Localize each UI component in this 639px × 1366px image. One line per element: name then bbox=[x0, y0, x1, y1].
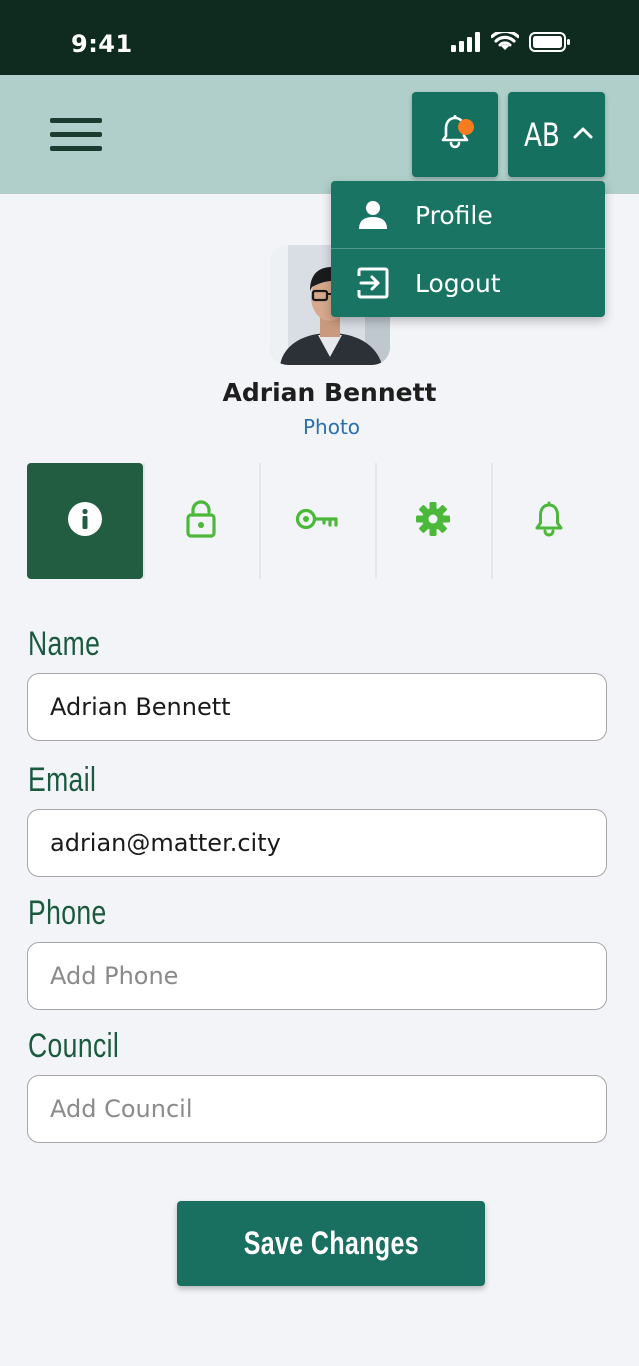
user-dropdown-menu: Profile Logout bbox=[331, 181, 605, 317]
tab-info[interactable] bbox=[27, 463, 143, 579]
council-label: Council bbox=[28, 1027, 120, 1065]
dropdown-item-logout[interactable]: Logout bbox=[331, 249, 605, 317]
save-changes-button[interactable]: Save Changes bbox=[177, 1201, 485, 1286]
council-field[interactable] bbox=[27, 1075, 607, 1143]
info-icon bbox=[67, 501, 103, 542]
name-label: Name bbox=[28, 625, 101, 663]
status-bar: 9:41 bbox=[0, 0, 639, 75]
photo-link[interactable]: Photo bbox=[0, 415, 639, 439]
save-changes-label: Save Changes bbox=[243, 1225, 419, 1261]
notifications-button[interactable] bbox=[412, 92, 498, 177]
status-icons bbox=[451, 29, 571, 57]
cellular-signal-icon bbox=[451, 32, 481, 57]
phone-label: Phone bbox=[28, 894, 107, 932]
name-field[interactable] bbox=[27, 673, 607, 741]
app-header: AB bbox=[0, 75, 639, 194]
dropdown-item-profile[interactable]: Profile bbox=[331, 181, 605, 249]
chevron-up-icon bbox=[573, 125, 593, 144]
key-icon bbox=[295, 506, 339, 537]
logout-icon bbox=[357, 267, 389, 299]
tab-security[interactable] bbox=[143, 463, 259, 579]
tab-notifications[interactable] bbox=[491, 463, 607, 579]
user-initials: AB bbox=[523, 115, 560, 154]
email-label: Email bbox=[28, 761, 97, 799]
tab-keys[interactable] bbox=[259, 463, 375, 579]
tab-settings[interactable] bbox=[375, 463, 491, 579]
gear-icon bbox=[415, 501, 451, 542]
user-name: Adrian Bennett bbox=[222, 378, 437, 407]
status-time: 9:41 bbox=[71, 30, 133, 58]
user-menu-button[interactable]: AB bbox=[508, 92, 605, 177]
person-icon bbox=[357, 199, 389, 231]
settings-tabs bbox=[27, 463, 607, 579]
wifi-icon bbox=[490, 29, 520, 57]
phone-field[interactable] bbox=[27, 942, 607, 1010]
dropdown-item-label: Logout bbox=[415, 269, 501, 298]
bell-icon bbox=[534, 501, 564, 542]
email-field[interactable] bbox=[27, 809, 607, 877]
notification-dot bbox=[458, 119, 474, 135]
battery-icon bbox=[529, 32, 571, 57]
lock-icon bbox=[186, 499, 216, 543]
menu-icon[interactable] bbox=[50, 117, 104, 153]
dropdown-item-label: Profile bbox=[415, 201, 493, 230]
